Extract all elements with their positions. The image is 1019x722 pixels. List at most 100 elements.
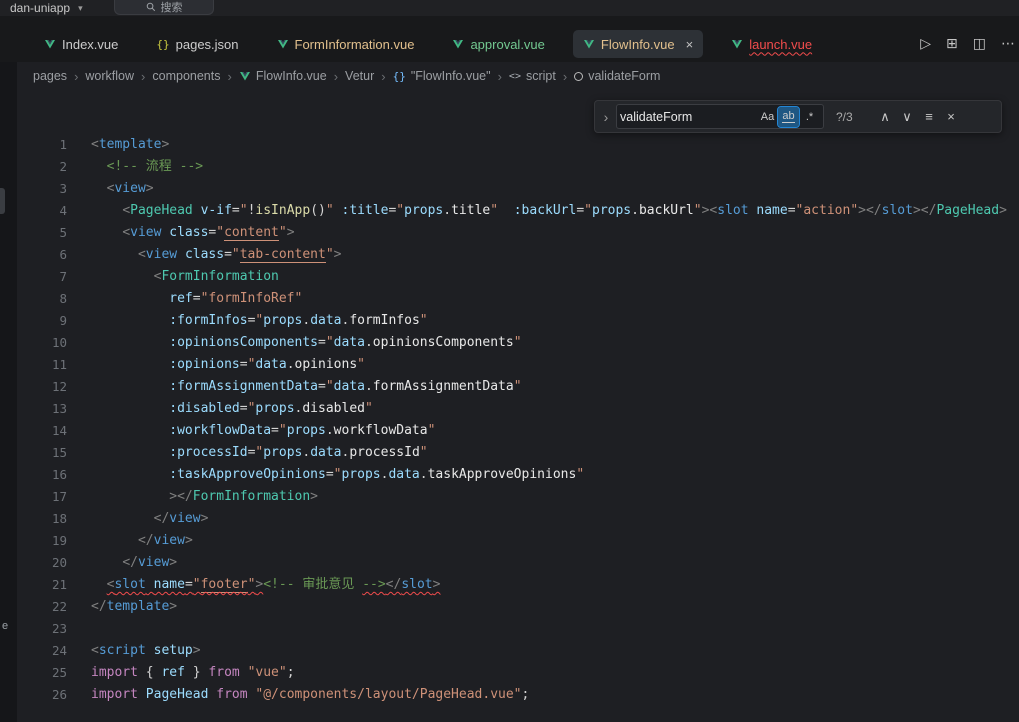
line-number: 3 bbox=[17, 178, 75, 200]
code-text: :taskApproveOpinions="props.data.taskApp… bbox=[91, 464, 584, 486]
code-text: <template> bbox=[91, 134, 169, 156]
breadcrumb-item-script[interactable]: <> script bbox=[509, 69, 556, 83]
close-find-button[interactable]: × bbox=[940, 106, 962, 128]
search-label: 搜索 bbox=[161, 0, 183, 15]
split-editor-icon[interactable]: ⊞ bbox=[946, 35, 958, 52]
toggle-replace-button[interactable]: › bbox=[599, 109, 613, 125]
breadcrumb-item-vetur[interactable]: Vetur bbox=[345, 69, 374, 83]
code-text: <slot name="footer"><!-- 审批意见 --></slot> bbox=[91, 574, 440, 596]
editor-actions: ▷ ⊞ ◫ ⋯ bbox=[920, 35, 1017, 52]
find-input[interactable] bbox=[620, 110, 757, 124]
breadcrumb-item-flowinfo-vue[interactable]: FlowInfo.vue bbox=[239, 69, 327, 83]
tab-label: Index.vue bbox=[62, 37, 118, 52]
next-match-button[interactable]: ∨ bbox=[896, 106, 918, 128]
breadcrumb-item--flowinfo-vue-[interactable]: {} "FlowInfo.vue" bbox=[393, 69, 491, 83]
code-line: 21 <slot name="footer"><!-- 审批意见 --></sl… bbox=[17, 574, 1019, 596]
tab-approval-vue[interactable]: approval.vue bbox=[442, 30, 554, 58]
code-text: :opinions="data.opinions" bbox=[91, 354, 365, 376]
find-results-count: ?/3 bbox=[836, 110, 864, 124]
previous-match-button[interactable]: ∧ bbox=[874, 106, 896, 128]
code-text: ref="formInfoRef" bbox=[91, 288, 302, 310]
chevron-down-icon: ▾ bbox=[78, 3, 83, 14]
code-line: 16 :taskApproveOpinions="props.data.task… bbox=[17, 464, 1019, 486]
stray-text: e bbox=[2, 620, 8, 632]
code-icon: <> bbox=[509, 71, 521, 82]
breadcrumb-separator: › bbox=[498, 69, 502, 84]
line-number: 13 bbox=[17, 398, 75, 420]
close-icon[interactable]: × bbox=[686, 37, 694, 52]
code-text: :workflowData="props.workflowData" bbox=[91, 420, 435, 442]
code-text: import PageHead from "@/components/layou… bbox=[91, 684, 529, 706]
more-actions-icon[interactable]: ⋯ bbox=[1001, 35, 1015, 52]
breadcrumb-separator: › bbox=[74, 69, 78, 84]
code-text: :formAssignmentData="data.formAssignment… bbox=[91, 376, 522, 398]
vue-file-icon bbox=[44, 38, 56, 50]
drag-handle[interactable] bbox=[0, 188, 5, 214]
line-number: 9 bbox=[17, 310, 75, 332]
breadcrumb-separator: › bbox=[381, 69, 385, 84]
breadcrumb-item-components[interactable]: components bbox=[152, 69, 220, 83]
line-number: 22 bbox=[17, 596, 75, 618]
json-file-icon: {} bbox=[156, 38, 169, 51]
tab-flowinfo-vue[interactable]: FlowInfo.vue × bbox=[573, 30, 703, 58]
code-line: 1<template> bbox=[17, 134, 1019, 156]
whole-word-toggle[interactable]: ab bbox=[778, 107, 799, 127]
code-line: 5 <view class="content"> bbox=[17, 222, 1019, 244]
code-text: <script setup> bbox=[91, 640, 201, 662]
breadcrumb-label: workflow bbox=[85, 69, 134, 83]
code-line: 23 bbox=[17, 618, 1019, 640]
vue-file-icon bbox=[583, 38, 595, 50]
tab-label: FormInformation.vue bbox=[295, 37, 415, 52]
match-case-toggle[interactable]: Aa bbox=[757, 107, 778, 127]
tab-index-vue[interactable]: Index.vue bbox=[34, 30, 128, 58]
breadcrumb-item-workflow[interactable]: workflow bbox=[85, 69, 134, 83]
breadcrumb-label: script bbox=[526, 69, 556, 83]
layout-icon[interactable]: ◫ bbox=[973, 35, 986, 52]
module-icon: {} bbox=[393, 70, 406, 83]
code-text: import { ref } from "vue"; bbox=[91, 662, 295, 684]
code-text: <PageHead v-if="!isInApp()" :title="prop… bbox=[91, 200, 1007, 222]
tab-bar: Index.vue {} pages.json FormInformation.vue… bbox=[0, 16, 1019, 62]
line-number: 25 bbox=[17, 662, 75, 684]
tab-label: launch.vue bbox=[749, 37, 812, 52]
left-strip: e bbox=[0, 62, 17, 722]
code-line: 2 <!-- 流程 --> bbox=[17, 156, 1019, 178]
line-number: 15 bbox=[17, 442, 75, 464]
breadcrumb-item-pages[interactable]: pages bbox=[33, 69, 67, 83]
line-number: 16 bbox=[17, 464, 75, 486]
tab-forminformation-vue[interactable]: FormInformation.vue bbox=[267, 30, 425, 58]
code-text: </view> bbox=[91, 552, 177, 574]
global-search-box[interactable]: 搜索 bbox=[114, 0, 214, 15]
code-text: <view class="content"> bbox=[91, 222, 295, 244]
code-line: 26import PageHead from "@/components/lay… bbox=[17, 684, 1019, 706]
run-icon[interactable]: ▷ bbox=[920, 35, 931, 52]
search-icon bbox=[146, 2, 156, 12]
code-text: :opinionsComponents="data.opinionsCompon… bbox=[91, 332, 522, 354]
line-number: 6 bbox=[17, 244, 75, 266]
regex-toggle[interactable]: .* bbox=[799, 107, 820, 127]
tab-label: FlowInfo.vue bbox=[601, 37, 675, 52]
code-lines: 1<template>2 <!-- 流程 -->3 <view>4 <PageH… bbox=[17, 90, 1019, 706]
line-number: 5 bbox=[17, 222, 75, 244]
breadcrumb-label: "FlowInfo.vue" bbox=[411, 69, 491, 83]
code-editor[interactable]: 1<template>2 <!-- 流程 -->3 <view>4 <PageH… bbox=[17, 90, 1019, 722]
whole-word-label: ab bbox=[782, 111, 794, 123]
find-in-selection-button[interactable]: ≡ bbox=[918, 106, 940, 128]
line-number: 17 bbox=[17, 486, 75, 508]
code-line: 13 :disabled="props.disabled" bbox=[17, 398, 1019, 420]
tab-launch-vue[interactable]: launch.vue bbox=[721, 30, 822, 58]
code-line: 18 </view> bbox=[17, 508, 1019, 530]
code-line: 19 </view> bbox=[17, 530, 1019, 552]
tab-label: pages.json bbox=[176, 37, 239, 52]
line-number: 14 bbox=[17, 420, 75, 442]
line-number: 2 bbox=[17, 156, 75, 178]
line-number: 19 bbox=[17, 530, 75, 552]
breadcrumb-item-validateform[interactable]: validateForm bbox=[574, 69, 660, 83]
breadcrumb-label: pages bbox=[33, 69, 67, 83]
tab-pages-json[interactable]: {} pages.json bbox=[146, 30, 248, 58]
tab-label: approval.vue bbox=[470, 37, 544, 52]
vue-file-icon bbox=[277, 38, 289, 50]
code-line: 12 :formAssignmentData="data.formAssignm… bbox=[17, 376, 1019, 398]
vue-file-icon bbox=[239, 70, 251, 82]
line-number: 10 bbox=[17, 332, 75, 354]
